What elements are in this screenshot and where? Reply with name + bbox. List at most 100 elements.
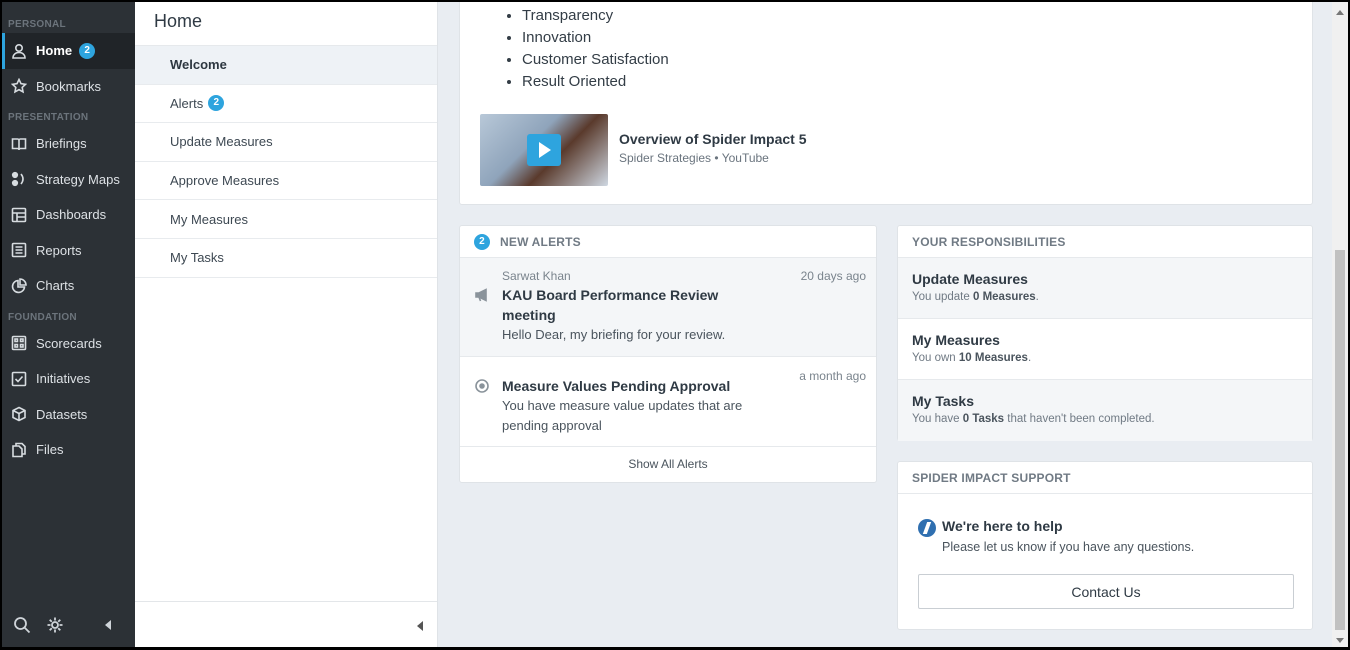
alert-item[interactable]: Sarwat Khan 20 days ago KAU Board Perfor… [460,258,876,357]
responsibility-title: My Measures [912,332,1000,348]
new-alerts-card: 2 NEW ALERTS Sarwat Khan 20 days ago KAU… [459,225,877,483]
text-part: You update [912,291,973,303]
alert-description: You have measure value updates that are … [502,398,743,433]
nav-footer [2,603,135,647]
count-value: 0 Tasks [962,413,1005,425]
alert-time: a month ago [799,369,866,383]
count-value: 10 Measures [958,352,1028,364]
nav-item-label: Bookmarks [36,78,102,94]
alerts-heading: NEW ALERTS [500,234,581,249]
contact-us-button[interactable]: Contact Us [918,574,1294,609]
responsibility-title: My Tasks [912,393,974,409]
responsibility-update-measures[interactable]: Update Measures You update 0 Measures. [898,258,1312,319]
gear-icon[interactable] [45,615,65,635]
nav-item-initiatives[interactable]: Initiatives [2,361,135,397]
help-text: Please let us know if you have any quest… [942,540,1195,554]
responsibility-title: Update Measures [912,271,1028,287]
nav-item-label: Charts [36,278,75,294]
scroll-up-arrow-icon[interactable] [1336,10,1344,15]
support-card: SPIDER IMPACT SUPPORT We're here to help… [897,461,1313,630]
text-part: . [1035,291,1039,303]
text-part: . [1027,352,1032,364]
video-source: Spider Strategies • YouTube [619,151,769,165]
nav-item-files[interactable]: Files [2,432,135,468]
subnav-item-alerts[interactable]: Alerts 2 [135,85,437,124]
user-icon [10,42,28,60]
nav-section-foundation: FOUNDATION [8,311,77,323]
nav-item-dashboards[interactable]: Dashboards [2,197,135,233]
main-content: Transparency Innovation Customer Satisfa… [438,2,1332,647]
subnav-item-welcome[interactable]: Welcome [135,46,437,85]
strategy-map-icon [10,170,28,188]
nav-item-label: Briefings [36,136,87,152]
alerts-header: 2 NEW ALERTS [460,226,876,258]
dashboard-icon [10,206,28,224]
responsibility-text: You update 0 Measures. [912,291,1312,303]
checkbox-icon [10,370,28,388]
book-icon [10,135,28,153]
text-part: You own [912,352,959,364]
nav-item-label: Datasets [36,406,88,422]
subnav-item-my-measures[interactable]: My Measures [135,200,437,239]
responsibility-my-tasks[interactable]: My Tasks You have 0 Tasks that haven't b… [898,380,1312,441]
nav-section-personal: PERSONAL [8,19,66,30]
star-icon [10,77,28,95]
support-heading: SPIDER IMPACT SUPPORT [898,462,1312,494]
search-icon[interactable] [12,615,32,635]
subnav-footer [135,601,437,647]
main-nav: PERSONAL Home 2 Bookmarks PRESENTATION B… [2,2,135,647]
page-scrollbar[interactable] [1332,2,1348,647]
nav-item-reports[interactable]: Reports [2,233,135,269]
scorecard-icon [10,334,28,352]
alert-time: 20 days ago [800,269,866,283]
alerts-count-badge: 2 [474,233,490,250]
megaphone-icon [474,288,492,307]
alerts-count-badge: 2 [208,95,225,112]
nav-item-charts[interactable]: Charts [2,268,135,304]
alert-title[interactable]: KAU Board Performance Review meeting [502,285,732,325]
alert-description: Hello Dear, my briefing for your review. [502,327,726,342]
video-title[interactable]: Overview of Spider Impact 5 [619,131,807,147]
help-bolt-icon [918,519,936,537]
nav-item-label: Reports [36,242,82,258]
alert-item[interactable]: a month ago Measure Values Pending Appro… [460,357,876,447]
collapse-nav-icon[interactable] [105,620,111,630]
nav-item-bookmarks[interactable]: Bookmarks [2,69,135,105]
nav-item-label: Files [36,442,64,458]
pending-circle-icon [474,378,490,399]
video-info: Overview of Spider Impact 5 Spider Strat… [619,114,807,186]
help-row: We're here to help [918,518,1063,537]
report-icon [10,241,28,259]
alert-title[interactable]: Measure Values Pending Approval [502,376,732,396]
scroll-down-arrow-icon[interactable] [1336,638,1344,643]
show-all-alerts-link[interactable]: Show All Alerts [460,447,876,481]
company-values-list: Transparency Innovation Customer Satisfa… [460,4,1312,93]
responsibilities-heading: YOUR RESPONSIBILITIES [898,226,1312,258]
files-icon [10,441,28,459]
video-link[interactable]: Overview of Spider Impact 5 Spider Strat… [480,114,807,186]
nav-item-datasets[interactable]: Datasets [2,397,135,433]
scrollbar-thumb[interactable] [1335,250,1345,630]
list-item: Customer Satisfaction [522,49,1312,71]
home-count-badge: 2 [79,42,96,59]
play-icon[interactable] [527,134,561,166]
responsibility-my-measures[interactable]: My Measures You own 10 Measures. [898,319,1312,380]
nav-item-strategy-maps[interactable]: Strategy Maps [2,162,135,198]
nav-item-scorecards[interactable]: Scorecards [2,326,135,362]
subnav-item-update-measures[interactable]: Update Measures [135,123,437,162]
subnav-item-label: Alerts [170,95,204,111]
responsibilities-card: YOUR RESPONSIBILITIES Update Measures Yo… [897,225,1313,441]
nav-item-briefings[interactable]: Briefings [2,126,135,162]
video-thumbnail[interactable] [480,114,608,186]
nav-item-home[interactable]: Home 2 [2,33,135,69]
pie-chart-icon [10,277,28,295]
nav-item-label: Dashboards [36,207,107,223]
subnav-item-approve-measures[interactable]: Approve Measures [135,162,437,201]
home-subnav: Home Welcome Alerts 2 Update Measures Ap… [135,2,438,647]
text-part: You have [912,413,963,425]
list-item: Transparency [522,5,1312,27]
help-title: We're here to help [942,518,1063,534]
subnav-item-my-tasks[interactable]: My Tasks [135,239,437,278]
collapse-subnav-icon[interactable] [417,621,423,631]
